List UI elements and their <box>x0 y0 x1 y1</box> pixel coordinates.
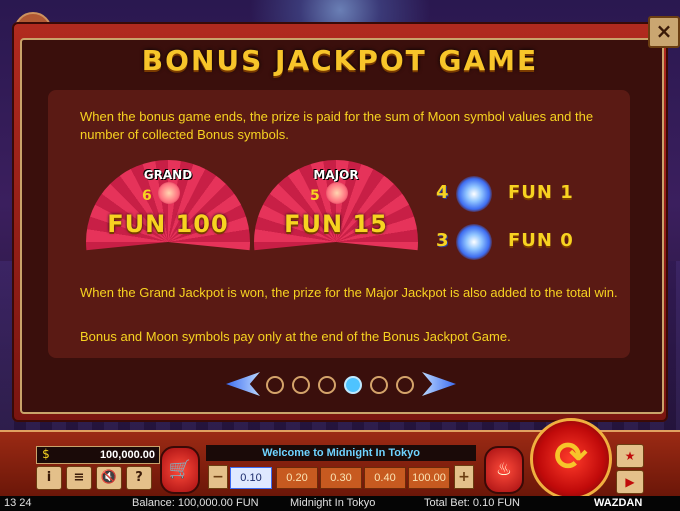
fan-amount: FUN 100 <box>107 210 229 238</box>
play-icon[interactable]: ▶ <box>616 470 644 494</box>
reward-count: 4 <box>436 182 449 203</box>
fan-count: 6 <box>142 188 152 204</box>
coin-icon: $ <box>42 447 50 461</box>
page-dot[interactable] <box>370 376 388 394</box>
status-bar: 13 24 Balance: 100,000.00 FUN Midnight I… <box>0 496 680 511</box>
reward-value: FUN 0 <box>508 230 574 251</box>
page-dot[interactable] <box>266 376 284 394</box>
close-icon[interactable]: × <box>648 16 680 48</box>
bet-option[interactable]: 0.20 <box>276 467 318 489</box>
info-button[interactable]: i <box>36 466 62 490</box>
fan-count: 5 <box>310 188 320 204</box>
bet-option[interactable]: 0.40 <box>364 467 406 489</box>
cart-icon[interactable]: 🛒 <box>160 446 200 494</box>
fan-amount: FUN 15 <box>284 210 388 238</box>
grand-jackpot-fan: GRAND 6 FUN 100 <box>86 160 250 256</box>
status-game-name: Midnight In Tokyo <box>290 497 376 509</box>
reward-count: 3 <box>436 230 449 251</box>
major-jackpot-fan: MAJOR 5 FUN 15 <box>254 160 418 256</box>
page-dot-active[interactable] <box>344 376 362 394</box>
page-dot[interactable] <box>292 376 310 394</box>
spin-icon[interactable]: ⟳ <box>530 418 612 500</box>
bet-minus-button[interactable]: − <box>208 465 228 489</box>
bonus-symbol-icon <box>158 182 180 204</box>
bonus-symbol-icon <box>456 224 492 260</box>
balance-display: 100,000.00 <box>36 446 160 464</box>
fan-label: GRAND <box>143 168 193 182</box>
help-button[interactable]: ? <box>126 466 152 490</box>
payout-note: Bonus and Moon symbols pay only at the e… <box>80 329 511 344</box>
menu-button[interactable]: ≡ <box>66 466 92 490</box>
sound-button[interactable]: 🔇 <box>96 466 122 490</box>
status-balance: Balance: 100,000.00 FUN <box>132 497 259 509</box>
bonus-symbol-icon <box>326 182 348 204</box>
message-bar: Welcome to Midnight In Tokyo <box>206 445 476 461</box>
bonus-symbol-icon <box>456 176 492 212</box>
status-total-bet: Total Bet: 0.10 FUN <box>424 497 520 509</box>
intro-text: When the bonus game ends, the prize is p… <box>80 109 594 142</box>
fan-label: MAJOR <box>313 168 359 182</box>
grand-jackpot-note: When the Grand Jackpot is won, the prize… <box>80 285 618 300</box>
brand-logo: WAZDAN <box>594 497 643 509</box>
turbo-icon[interactable]: ★ <box>616 444 644 468</box>
bet-option[interactable]: 100.00 <box>408 467 450 489</box>
page-dot[interactable] <box>318 376 336 394</box>
bet-option[interactable]: 0.30 <box>320 467 362 489</box>
page-title: BONUS JACKPOT GAME <box>141 44 539 77</box>
bet-plus-button[interactable]: + <box>454 465 474 489</box>
clock: 13 24 <box>4 497 32 509</box>
reward-value: FUN 1 <box>508 182 574 203</box>
autoplay-lantern-icon[interactable]: ♨ <box>484 446 524 494</box>
bet-option[interactable]: 0.10 <box>230 467 272 489</box>
page-dot[interactable] <box>396 376 414 394</box>
